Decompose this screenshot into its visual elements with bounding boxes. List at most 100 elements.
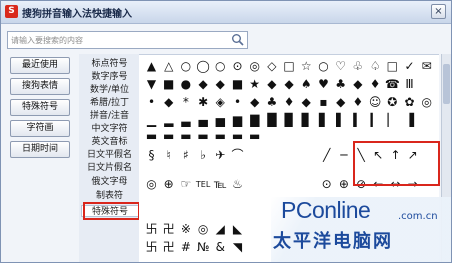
symbol-cell[interactable]: ●	[177, 76, 194, 93]
symbol-cell[interactable]: 卍	[160, 239, 177, 256]
symbol-cell[interactable]: ☆	[298, 58, 315, 75]
symbol-cell[interactable]: ◈	[212, 94, 229, 111]
symbol-cell[interactable]: ✈	[212, 147, 229, 164]
symbol-cell[interactable]: △	[160, 58, 177, 75]
close-button[interactable]: ×	[431, 4, 446, 19]
symbol-cell[interactable]: ◎	[418, 94, 435, 111]
symbol-cell[interactable]: ▬	[229, 128, 246, 145]
symbol-cell[interactable]: ▁	[143, 112, 160, 129]
symbol-cell[interactable]: ▬	[195, 128, 212, 145]
symbol-cell[interactable]: ▇	[246, 112, 263, 129]
category-numbers[interactable]: 数字序号	[81, 71, 138, 83]
symbol-cell[interactable]: ◆	[263, 76, 280, 93]
symbol-cell[interactable]: ▐	[401, 112, 418, 129]
symbol-cell[interactable]: ⊙	[318, 176, 335, 193]
symbol-cell[interactable]: ▂	[160, 112, 177, 129]
symbol-cell[interactable]: 卍	[160, 221, 177, 238]
symbol-cell[interactable]: □	[281, 58, 298, 75]
symbol-cell[interactable]: ◆	[195, 76, 212, 93]
symbol-cell[interactable]: ♭	[195, 147, 212, 164]
symbol-cell[interactable]: ◆	[349, 76, 366, 93]
symbol-cell[interactable]: ◥	[229, 239, 246, 256]
symbol-cell[interactable]: ◎	[195, 221, 212, 238]
symbol-cell[interactable]: ☞	[177, 176, 194, 193]
category-chinese-chars[interactable]: 中文字符	[81, 123, 138, 135]
symbol-cell[interactable]: ○	[212, 58, 229, 75]
symbol-cell[interactable]: ▬	[177, 128, 194, 145]
symbol-cell[interactable]: &	[212, 239, 229, 256]
symbol-cell[interactable]: ▆	[229, 112, 246, 129]
symbol-cell[interactable]: ▄	[195, 112, 212, 129]
symbol-cell[interactable]: ☺	[367, 94, 384, 111]
symbol-cell[interactable]: →	[404, 176, 421, 193]
symbol-cell[interactable]: TEL	[195, 176, 212, 193]
category-punctuation[interactable]: 标点符号	[81, 58, 138, 70]
symbol-cell[interactable]: ─	[335, 147, 352, 164]
symbol-cell[interactable]: ♧	[349, 58, 366, 75]
symbol-cell[interactable]: ▬	[212, 128, 229, 145]
symbol-cell[interactable]: ▼	[143, 76, 160, 93]
symbol-cell[interactable]: ◆	[332, 94, 349, 111]
symbol-cell[interactable]: ♣	[263, 94, 280, 111]
symbol-cell[interactable]: ✓	[401, 58, 418, 75]
category-russian[interactable]: 俄文字母	[81, 176, 138, 188]
symbol-cell[interactable]: №	[195, 239, 212, 256]
symbol-cell[interactable]: ♤	[367, 58, 384, 75]
sidebar-ascii-art-button[interactable]: 字符画	[10, 120, 70, 137]
symbol-cell[interactable]: ◯	[195, 58, 212, 75]
symbol-cell[interactable]: ◆	[298, 94, 315, 111]
symbol-cell[interactable]: ◎	[143, 176, 160, 193]
category-math-units[interactable]: 数学/单位	[81, 84, 138, 96]
symbol-cell[interactable]: *	[177, 94, 194, 111]
symbol-cell[interactable]: █	[263, 112, 280, 129]
category-greek-latin[interactable]: 希腊/拉丁	[81, 97, 138, 109]
symbol-cell[interactable]: ▋	[315, 112, 332, 129]
symbol-cell[interactable]: ◆	[246, 94, 263, 111]
symbol-cell[interactable]: ✱	[195, 94, 212, 111]
symbol-cell[interactable]: ◎	[246, 58, 263, 75]
symbol-cell[interactable]: ♥	[315, 76, 332, 93]
symbol-cell[interactable]: ▊	[298, 112, 315, 129]
symbol-cell[interactable]: ⊘	[353, 176, 370, 193]
symbol-cell[interactable]: ↖	[370, 147, 387, 164]
symbol-cell[interactable]: ←	[370, 176, 387, 193]
symbol-cell[interactable]: Ⅲ	[401, 76, 418, 93]
sidebar-special-symbols-button[interactable]: 特殊符号	[10, 99, 70, 116]
symbol-cell[interactable]: ■	[229, 76, 246, 93]
sidebar-emoticon-button[interactable]: 搜狗表情	[10, 78, 70, 95]
symbol-cell[interactable]: ▬	[143, 128, 160, 145]
symbol-cell[interactable]: ✉	[418, 58, 435, 75]
symbol-cell[interactable]: ○	[177, 58, 194, 75]
symbol-cell[interactable]: ↗	[404, 147, 421, 164]
symbol-cell[interactable]: ※	[177, 221, 194, 238]
symbol-cell[interactable]: ⊕	[160, 176, 177, 193]
symbol-cell[interactable]: ◆	[160, 94, 177, 111]
symbol-cell[interactable]: ◣	[229, 221, 246, 238]
symbol-cell[interactable]: ♣	[332, 76, 349, 93]
symbol-cell[interactable]: ⊙	[229, 58, 246, 75]
category-english-phonetic[interactable]: 英文音标	[81, 136, 138, 148]
symbol-cell[interactable]: ◢	[212, 221, 229, 238]
symbol-cell[interactable]: ▍	[349, 112, 366, 129]
symbol-cell[interactable]: §	[143, 147, 160, 164]
symbol-cell[interactable]: ♡	[332, 58, 349, 75]
scroll-thumb[interactable]	[443, 64, 450, 104]
symbol-cell[interactable]: ♦	[281, 94, 298, 111]
symbol-cell[interactable]: ♮	[160, 147, 177, 164]
category-special-symbols[interactable]: 特殊符号	[81, 205, 138, 217]
symbol-cell[interactable]: ▅	[212, 112, 229, 129]
category-pinyin-zhuyin[interactable]: 拼音/注音	[81, 110, 138, 122]
symbol-cell[interactable]: •	[229, 94, 246, 111]
symbol-cell[interactable]: ○	[315, 58, 332, 75]
search-icon[interactable]	[231, 33, 245, 47]
symbol-cell[interactable]: ◆	[281, 76, 298, 93]
category-katakana[interactable]: 日文片假名	[81, 162, 138, 174]
symbol-cell[interactable]: ▬	[160, 128, 177, 145]
symbol-cell[interactable]: ╲	[353, 147, 370, 164]
symbol-cell[interactable]: ▎	[367, 112, 384, 129]
symbol-cell[interactable]: ♦	[349, 94, 366, 111]
symbol-cell[interactable]: ▉	[281, 112, 298, 129]
symbol-cell[interactable]: ▌	[332, 112, 349, 129]
symbol-cell[interactable]: ▃	[177, 112, 194, 129]
symbol-cell[interactable]: ♨	[229, 176, 246, 193]
